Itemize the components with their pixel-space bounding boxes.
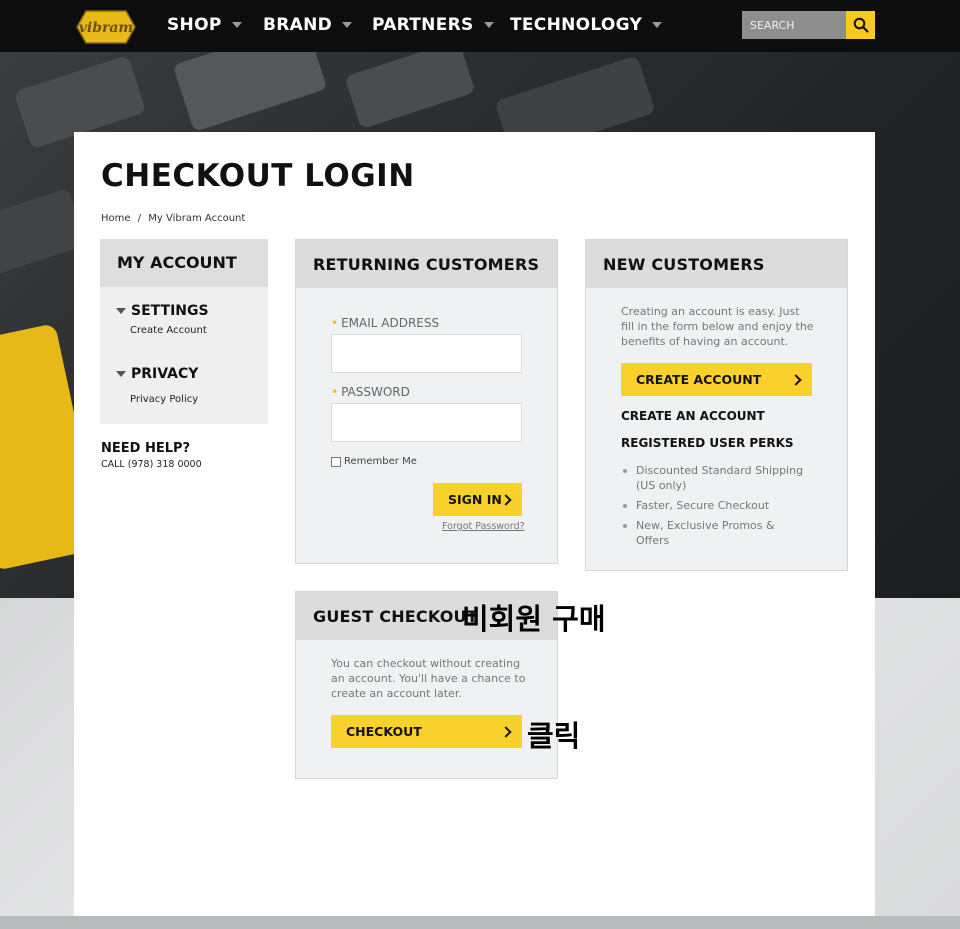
list-item: New, Exclusive Promos & Offers [621, 518, 811, 548]
required-marker: • [331, 385, 339, 399]
perks-list: Discounted Standard Shipping (US only) F… [621, 463, 811, 553]
breadcrumb: Home / My Vibram Account [101, 213, 249, 224]
nav-shop[interactable]: SHOP [167, 15, 242, 35]
chevron-down-icon [652, 22, 663, 28]
password-label: • PASSWORD [331, 385, 410, 399]
top-nav: vibram SHOP BRAND PARTNERS TECHNOLOGY [0, 0, 960, 52]
breadcrumb-home[interactable]: Home [101, 213, 131, 224]
sidebar-item-settings[interactable]: SETTINGS [116, 303, 209, 319]
footer-strip [0, 916, 960, 929]
remember-checkbox[interactable] [331, 456, 341, 467]
sidebar-heading: MY ACCOUNT [100, 239, 268, 287]
forgot-password-link[interactable]: Forgot Password? [442, 521, 525, 532]
chevron-down-icon [483, 22, 494, 28]
new-customers-heading: NEW CUSTOMERS [586, 240, 847, 288]
perks-heading: REGISTERED USER PERKS [621, 436, 794, 450]
create-account-label: CREATE ACCOUNT [636, 372, 762, 387]
required-marker: • [331, 316, 339, 330]
sidebar-item-privacy[interactable]: PRIVACY [116, 366, 198, 382]
search-button[interactable] [846, 11, 875, 39]
chevron-right-icon [500, 725, 512, 738]
sign-in-button[interactable]: SIGN IN [433, 483, 522, 516]
nav-brand[interactable]: BRAND [263, 15, 353, 35]
breadcrumb-my-account[interactable]: My Vibram Account [148, 213, 245, 224]
create-account-button[interactable]: CREATE ACCOUNT [621, 363, 812, 396]
returning-customers-heading: RETURNING CUSTOMERS [296, 240, 557, 288]
remember-me[interactable]: Remember Me [331, 456, 417, 467]
help-title: NEED HELP? [101, 441, 191, 456]
search-icon [853, 17, 869, 33]
chevron-down-icon [116, 308, 126, 314]
nav-partners-label: PARTNERS [372, 15, 474, 35]
create-account-heading: CREATE AN ACCOUNT [621, 409, 765, 423]
annotation-click: 클릭 [527, 719, 581, 753]
nav-technology-label: TECHNOLOGY [510, 15, 643, 35]
email-label: • EMAIL ADDRESS [331, 316, 440, 330]
chevron-right-icon [500, 493, 512, 506]
breadcrumb-separator: / [137, 213, 142, 224]
sidebar-item-label: PRIVACY [131, 366, 199, 382]
privacy-policy-link[interactable]: Privacy Policy [130, 394, 198, 405]
nav-partners[interactable]: PARTNERS [372, 15, 494, 35]
sidebar-item-label: SETTINGS [131, 303, 209, 319]
search-input[interactable] [742, 11, 846, 39]
remember-label: Remember Me [344, 456, 417, 467]
nav-brand-label: BRAND [263, 15, 333, 35]
new-customers-intro: Creating an account is easy. Just fill i… [621, 305, 814, 348]
chevron-down-icon [116, 371, 126, 377]
account-sidebar: MY ACCOUNT SETTINGS Create Account PRIVA… [100, 239, 268, 424]
chevron-down-icon [342, 22, 353, 28]
guest-checkout-intro: You can checkout without creating an acc… [331, 657, 526, 700]
nav-shop-label: SHOP [167, 15, 222, 35]
password-field[interactable] [331, 403, 522, 442]
chevron-right-icon [790, 373, 802, 386]
email-field[interactable] [331, 334, 522, 373]
list-item: Faster, Secure Checkout [621, 498, 811, 513]
logo-text: vibram [79, 20, 134, 36]
help-phone: CALL (978) 318 0000 [101, 459, 202, 470]
chevron-down-icon [231, 22, 242, 28]
annotation-guest-purchase: 비회원 구매 [462, 602, 606, 636]
sign-in-label: SIGN IN [448, 492, 502, 507]
nav-technology[interactable]: TECHNOLOGY [510, 15, 663, 35]
page-title: CHECKOUT LOGIN [101, 158, 415, 194]
checkout-button[interactable]: CHECKOUT [331, 715, 522, 748]
checkout-label: CHECKOUT [346, 724, 422, 739]
create-account-link[interactable]: Create Account [130, 325, 207, 336]
vibram-logo[interactable]: vibram [76, 10, 136, 44]
list-item: Discounted Standard Shipping (US only) [621, 463, 811, 493]
